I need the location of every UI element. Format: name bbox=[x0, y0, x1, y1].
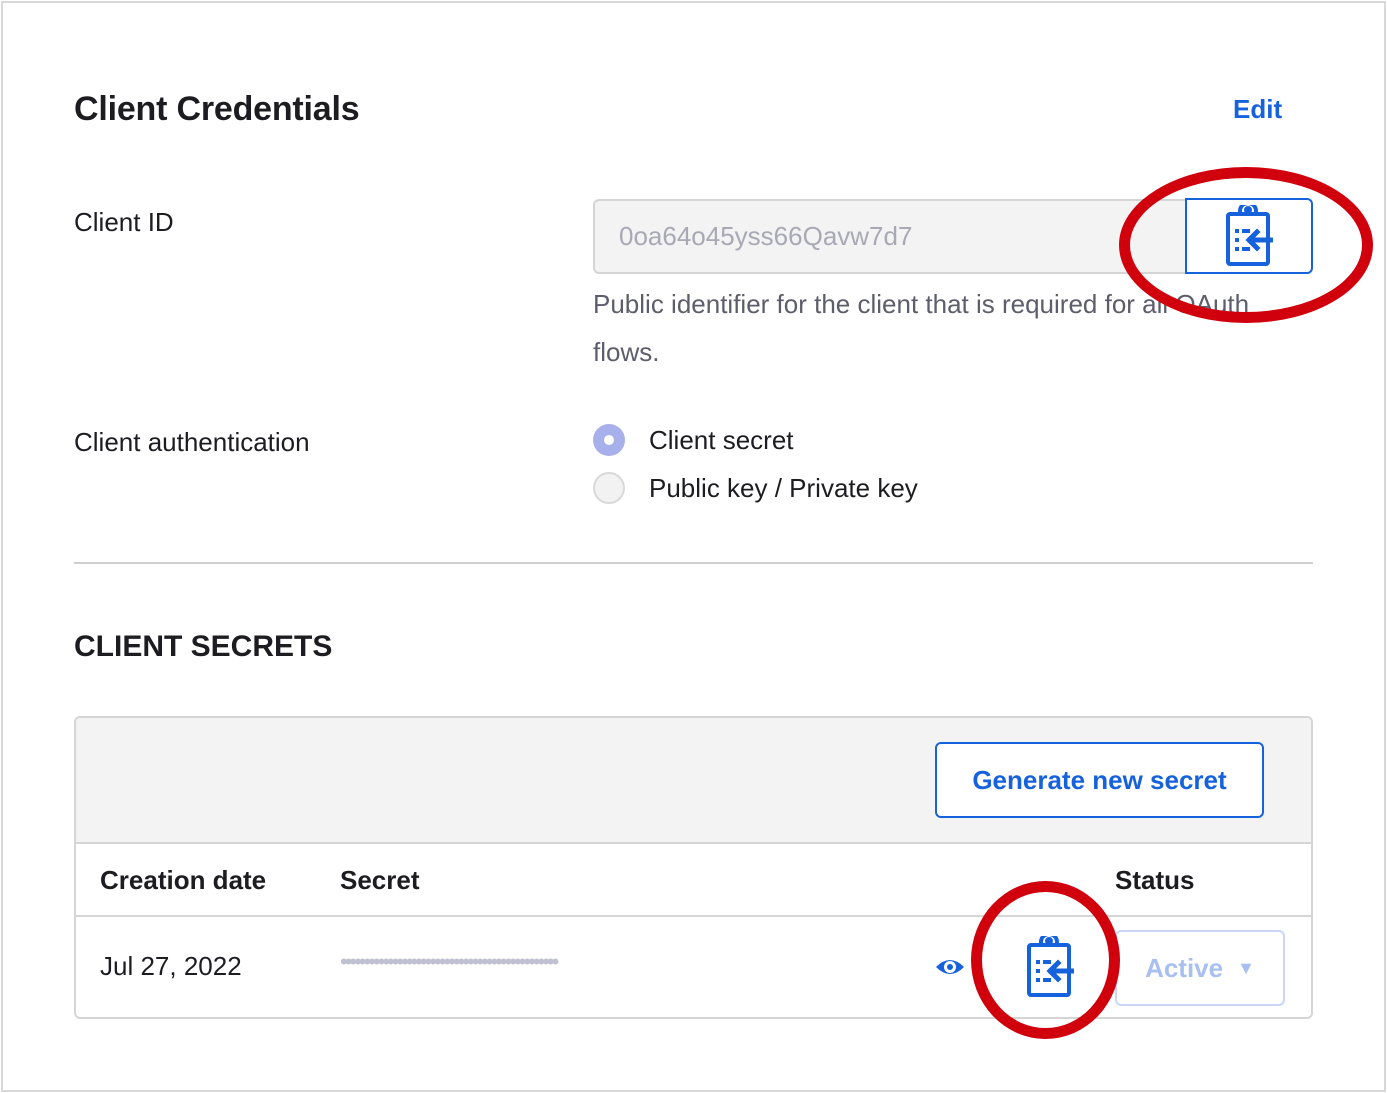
creation-date-cell: Jul 27, 2022 bbox=[100, 951, 242, 981]
radio-public-private-key[interactable]: Public key / Private key bbox=[593, 472, 918, 504]
table-row: Jul 27, 2022 •••••••••••••••••••••••••••… bbox=[76, 917, 1311, 1017]
client-secrets-table: Generate new secret Creation date Secret… bbox=[74, 716, 1313, 1019]
table-header: Creation date Secret Status bbox=[76, 844, 1311, 917]
client-id-field[interactable]: 0oa64o45yss66Qavw7d7 bbox=[593, 199, 1187, 274]
client-id-label: Client ID bbox=[74, 207, 174, 237]
column-header-secret: Secret bbox=[340, 865, 420, 895]
eye-icon[interactable] bbox=[934, 955, 966, 979]
radio-selected-icon bbox=[593, 424, 625, 456]
clipboard-copy-icon bbox=[1226, 205, 1273, 266]
radio-label: Client secret bbox=[649, 424, 794, 455]
page-title: Client Credentials bbox=[74, 90, 360, 128]
radio-unselected-icon bbox=[593, 472, 625, 504]
masked-secret-cell: ••••••••••••••••••••••••••••••••••••••••… bbox=[340, 949, 559, 974]
column-header-creation-date: Creation date bbox=[100, 865, 267, 895]
clipboard-copy-icon bbox=[1027, 936, 1074, 997]
status-value: Active bbox=[1145, 952, 1224, 983]
radio-label: Public key / Private key bbox=[649, 472, 918, 503]
generate-secret-button[interactable]: Generate new secret bbox=[935, 742, 1264, 818]
table-toolbar: Generate new secret bbox=[76, 718, 1311, 844]
copy-secret-button[interactable] bbox=[1020, 935, 1080, 999]
copy-client-id-button[interactable] bbox=[1185, 198, 1313, 274]
client-secrets-title: CLIENT SECRETS bbox=[74, 630, 333, 663]
chevron-down-icon: ▼ bbox=[1237, 957, 1255, 978]
client-id-hint: Public identifier for the client that is… bbox=[593, 289, 1250, 367]
status-dropdown[interactable]: Active ▼ bbox=[1115, 930, 1285, 1006]
column-header-status: Status bbox=[1115, 865, 1195, 895]
edit-link[interactable]: Edit bbox=[1233, 94, 1282, 125]
client-auth-label: Client authentication bbox=[74, 427, 310, 457]
section-divider bbox=[74, 562, 1313, 564]
radio-client-secret[interactable]: Client secret bbox=[593, 424, 794, 456]
